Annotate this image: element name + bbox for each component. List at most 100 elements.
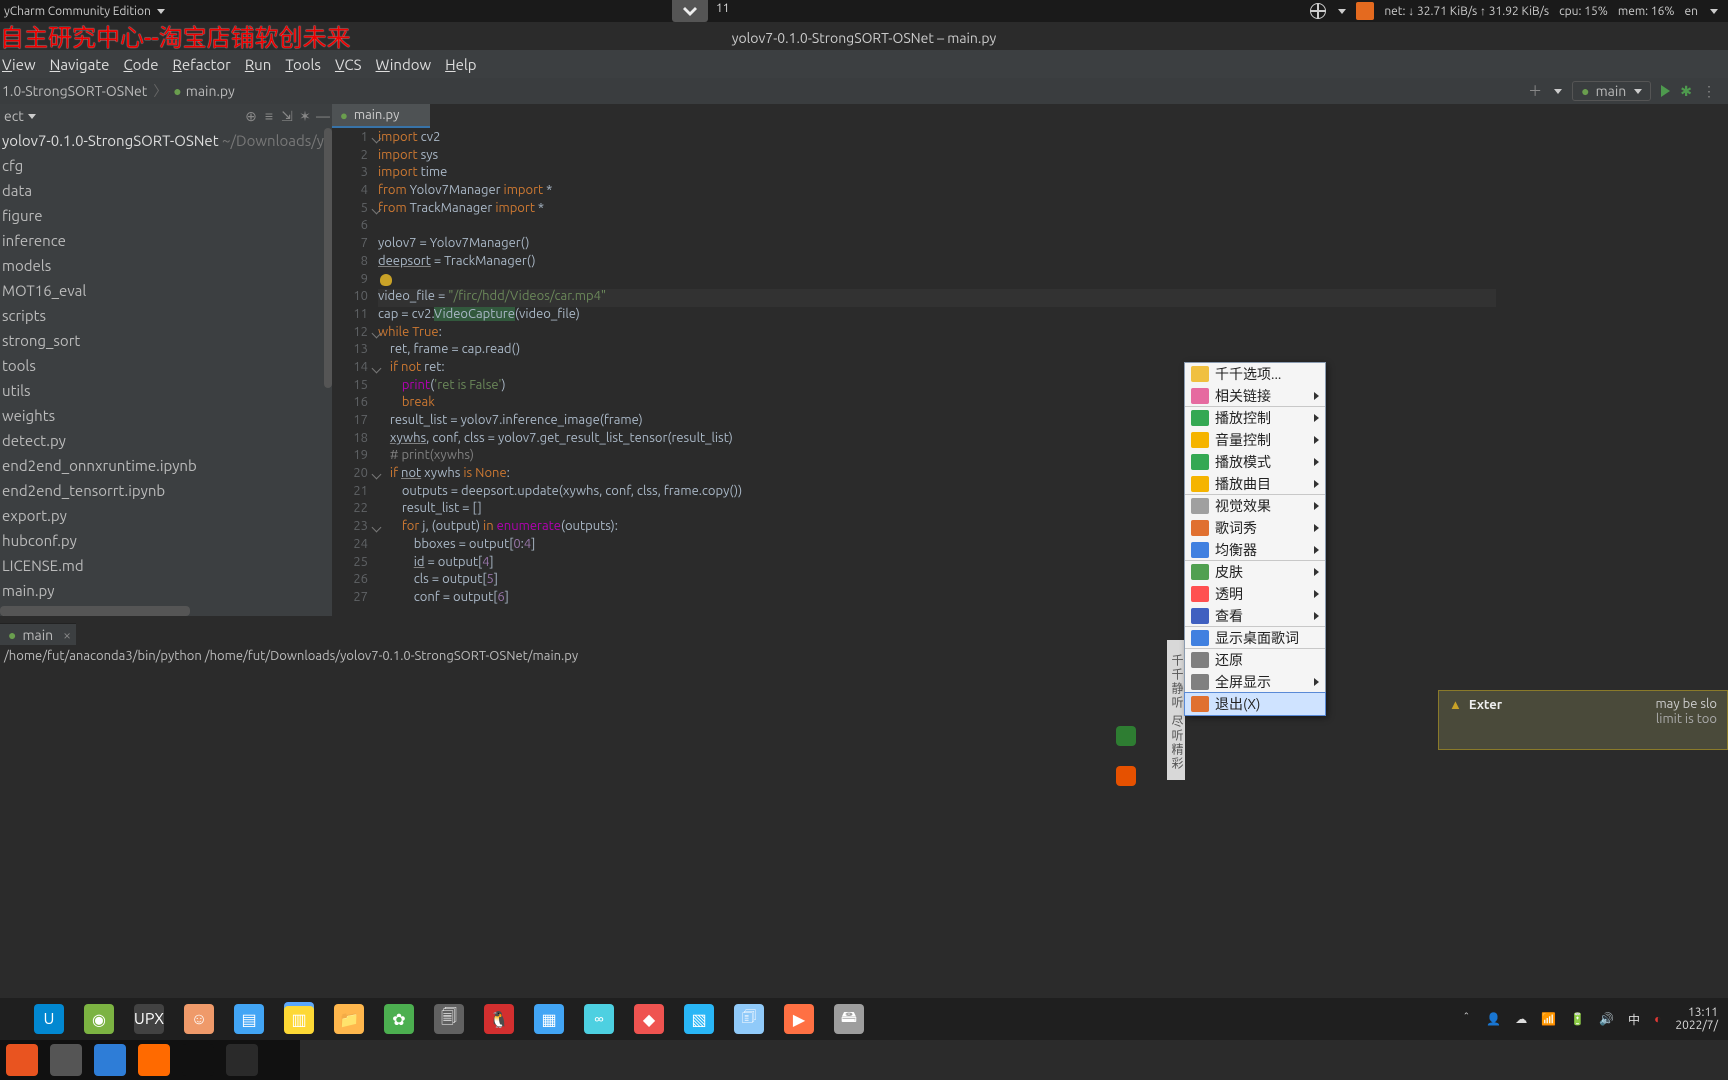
tree-item[interactable]: MOT16_eval xyxy=(0,278,332,303)
ctx-item[interactable]: 显示桌面歌词 xyxy=(1185,627,1325,649)
ctx-item[interactable]: 均衡器 xyxy=(1185,539,1325,561)
tree-item[interactable]: figure xyxy=(0,203,332,228)
project-header-label[interactable]: ect xyxy=(0,108,24,124)
tree-item[interactable]: data xyxy=(0,178,332,203)
menu-vcs[interactable]: VCS xyxy=(335,56,362,73)
crumb-project[interactable]: 1.0-StrongSORT-OSNet xyxy=(0,83,147,99)
ctx-item[interactable]: 播放控制 xyxy=(1185,407,1325,429)
tree-item[interactable]: end2end_tensorrt.ipynb xyxy=(0,478,332,503)
add-config-icon[interactable]: ＋ xyxy=(1528,81,1542,101)
dock-app-icon[interactable] xyxy=(50,1044,82,1076)
ctx-item[interactable]: 全屏显示 xyxy=(1185,671,1325,693)
tree-hscrollbar[interactable] xyxy=(0,606,190,616)
ctx-item[interactable]: 退出(X) xyxy=(1185,693,1325,715)
tray-ime-icon[interactable]: 中 xyxy=(1628,1011,1640,1028)
tray-volume-icon[interactable]: 🔊 xyxy=(1599,1012,1614,1026)
tree-item[interactable]: export.py xyxy=(0,503,332,528)
editor-tab[interactable]: ● main.py xyxy=(332,104,430,128)
dock-app-icon[interactable] xyxy=(94,1044,126,1076)
tray-clock[interactable]: 13:11 2022/7/ xyxy=(1675,1006,1718,1032)
dock-app-icon[interactable] xyxy=(226,1044,258,1076)
ctx-item[interactable]: 透明 xyxy=(1185,583,1325,605)
app-name[interactable]: yCharm Community Edition xyxy=(4,5,151,18)
taskbar-app-icon[interactable]: U xyxy=(34,1004,64,1034)
tree-item[interactable]: cfg xyxy=(0,153,332,178)
tree-item[interactable]: tools xyxy=(0,353,332,378)
taskbar-app-icon[interactable]: ▶ xyxy=(784,1004,814,1034)
dock-app-icon[interactable] xyxy=(182,1044,214,1076)
tree-item[interactable]: scripts xyxy=(0,303,332,328)
workspace-switch-icon[interactable] xyxy=(672,0,708,22)
dock-app-icon[interactable] xyxy=(6,1044,38,1076)
expand-icon[interactable]: ⇲ xyxy=(278,108,296,125)
locate-icon[interactable]: ⊕ xyxy=(242,108,260,125)
taskbar-app-icon[interactable]: 🐧 xyxy=(484,1004,514,1034)
intention-bulb-icon[interactable] xyxy=(380,274,392,286)
project-tree[interactable]: yolov7-0.1.0-StrongSORT-OSNet ~/Download… xyxy=(0,128,332,616)
collapse-icon[interactable]: ≡ xyxy=(260,108,278,124)
ttplayer-context-menu[interactable]: 千千选项...相关链接播放控制音量控制播放模式播放曲目视觉效果歌词秀均衡器皮肤透… xyxy=(1184,362,1326,716)
tray-battery-icon[interactable]: 🔋 xyxy=(1570,1012,1585,1026)
lang-chevron[interactable] xyxy=(1710,9,1718,14)
ctx-item[interactable]: 千千选项... xyxy=(1185,363,1325,385)
ctx-item[interactable]: 视觉效果 xyxy=(1185,495,1325,517)
ctx-item[interactable]: 歌词秀 xyxy=(1185,517,1325,539)
menu-tools[interactable]: Tools xyxy=(285,56,321,73)
taskbar-app-icon[interactable]: ∞ xyxy=(584,1004,614,1034)
notification-icon[interactable] xyxy=(1356,2,1374,20)
ctx-item[interactable]: 还原 xyxy=(1185,649,1325,671)
taskbar-app-icon[interactable]: ▧ xyxy=(684,1004,714,1034)
hide-icon[interactable]: — xyxy=(314,108,332,124)
tree-item[interactable]: hubconf.py xyxy=(0,528,332,553)
taskbar-app-icon[interactable]: ✿ xyxy=(384,1004,414,1034)
ctx-item[interactable]: 查看 xyxy=(1185,605,1325,627)
taskbar-app-icon[interactable]: 📁 xyxy=(334,1004,364,1034)
debug-icon[interactable]: ✱ xyxy=(1680,83,1692,100)
editor-code[interactable]: import cv2import sysimport timefrom Yolo… xyxy=(378,128,1496,596)
run-tool-close-icon[interactable]: × xyxy=(63,627,71,643)
run-tool-tab[interactable]: ● main × xyxy=(0,623,76,645)
tray-wifi-icon[interactable]: 📶 xyxy=(1541,1012,1556,1026)
taskbar-app-icon[interactable]: ☺ xyxy=(184,1004,214,1034)
ctx-item[interactable]: 音量控制 xyxy=(1185,429,1325,451)
tray-people-icon[interactable]: 👤 xyxy=(1486,1012,1501,1026)
taskbar-app-icon[interactable]: ▦ xyxy=(534,1004,564,1034)
ctx-item[interactable]: 播放模式 xyxy=(1185,451,1325,473)
tree-item[interactable]: main.py xyxy=(0,578,332,603)
tree-root[interactable]: yolov7-0.1.0-StrongSORT-OSNet ~/Download… xyxy=(0,128,332,153)
menu-run[interactable]: Run xyxy=(245,56,272,73)
taskbar-app-icon[interactable]: 🗐 xyxy=(434,1004,464,1034)
menu-code[interactable]: Code xyxy=(123,56,158,73)
project-header-chevron[interactable] xyxy=(28,114,36,119)
taskbar-app-icon[interactable]: UPX xyxy=(134,1004,164,1034)
ctx-item[interactable]: 播放曲目 xyxy=(1185,473,1325,495)
taskbar-app-icon[interactable]: ◆ xyxy=(634,1004,664,1034)
menu-navigate[interactable]: Navigate xyxy=(50,56,110,73)
taskbar-app-icon[interactable]: ◉ xyxy=(84,1004,114,1034)
menu-help[interactable]: Help xyxy=(445,56,476,73)
add-config-chevron[interactable] xyxy=(1554,89,1562,94)
tray-chevron-icon[interactable]: ＾ xyxy=(1460,1011,1472,1028)
external-change-warning[interactable]: ▲ Exter may be slo limit is too xyxy=(1438,690,1728,750)
tree-vscrollbar[interactable] xyxy=(324,128,332,388)
menu-view[interactable]: View xyxy=(2,56,36,73)
dock-app-icon[interactable] xyxy=(138,1044,170,1076)
settings-icon[interactable]: ✶ xyxy=(296,108,314,125)
tree-item[interactable]: strong_sort xyxy=(0,328,332,353)
taskbar-app-icon[interactable]: 🖴 xyxy=(834,1004,864,1034)
ctx-item[interactable]: 相关链接 xyxy=(1185,385,1325,407)
taskbar-app-icon[interactable]: 🗊 xyxy=(734,1004,764,1034)
tray-cloud-icon[interactable]: ☁ xyxy=(1515,1012,1527,1026)
input-lang[interactable]: en xyxy=(1685,5,1698,18)
menu-refactor[interactable]: Refactor xyxy=(172,56,230,73)
tree-item[interactable]: inference xyxy=(0,228,332,253)
taskbar-app-icon[interactable]: ▥ xyxy=(284,1004,314,1034)
crumb-file[interactable]: main.py xyxy=(186,83,235,99)
tray-mini-icon-1[interactable] xyxy=(1116,726,1136,746)
ctx-item[interactable]: 皮肤 xyxy=(1185,561,1325,583)
run-icon[interactable] xyxy=(1661,85,1670,97)
tree-item[interactable]: detect.py xyxy=(0,428,332,453)
tree-item[interactable]: end2end_onnxruntime.ipynb xyxy=(0,453,332,478)
globe-chevron[interactable] xyxy=(1338,9,1346,14)
run-config-selector[interactable]: ● main xyxy=(1572,81,1651,101)
